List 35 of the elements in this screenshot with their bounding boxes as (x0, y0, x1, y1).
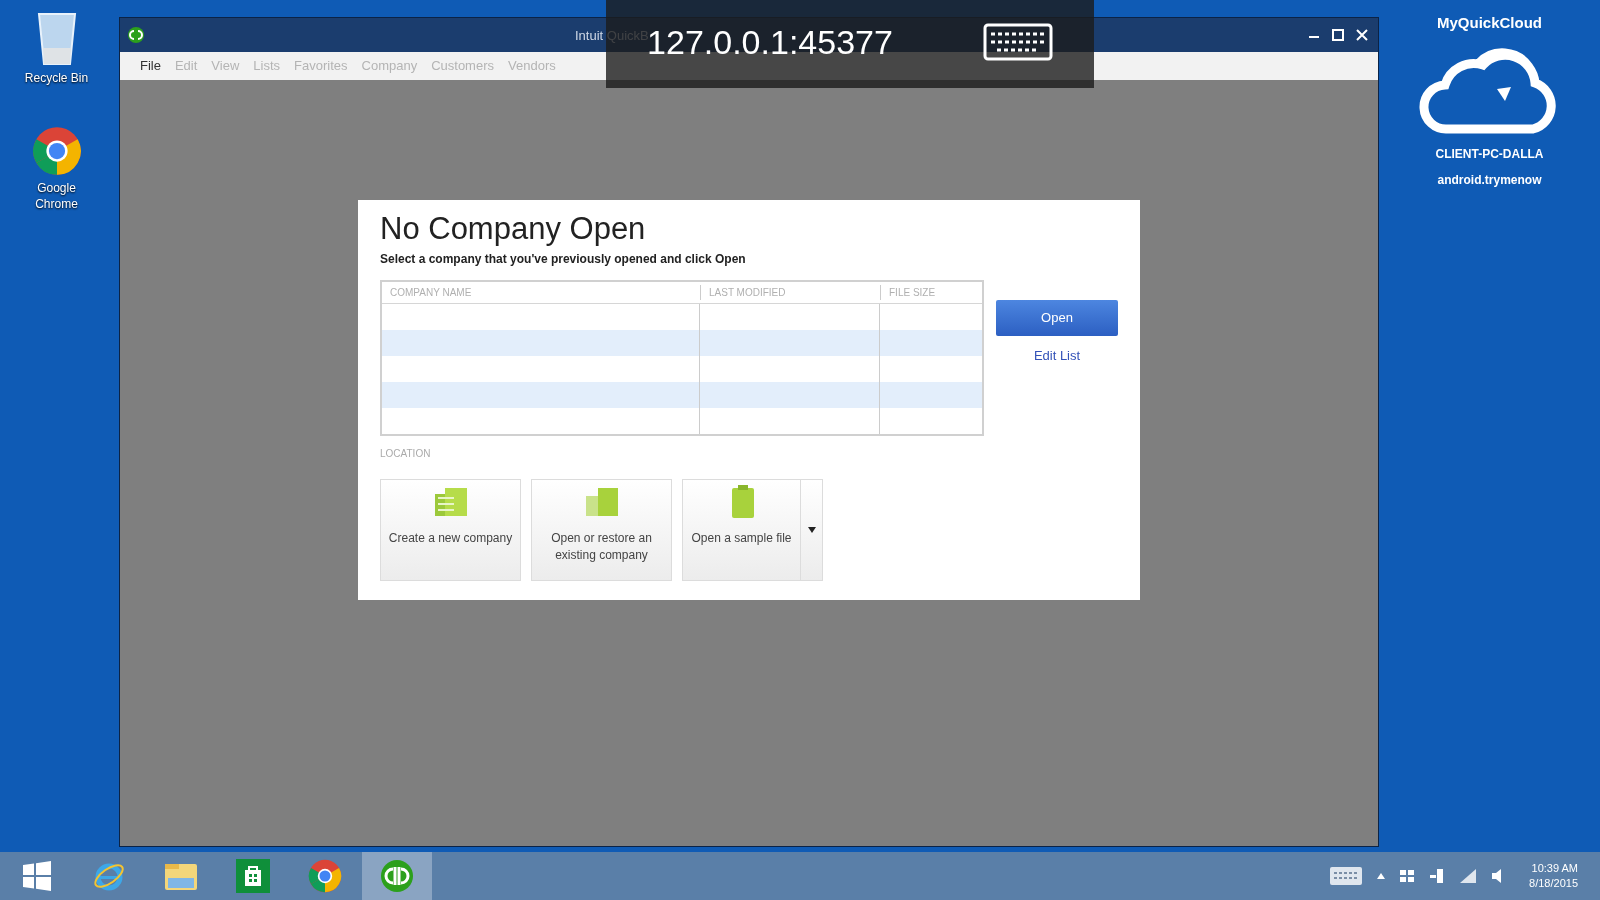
domain-name: android.trymenow (1437, 171, 1542, 189)
quickbooks-icon (128, 27, 144, 43)
clock-time[interactable]: 10:39 AM (1531, 861, 1578, 876)
quickbooks-icon[interactable] (380, 859, 414, 893)
desktop-icon-label[interactable]: Recycle Bin (16, 70, 97, 86)
taskbar-button[interactable] (362, 852, 432, 900)
brand-name: MyQuickCloud (1437, 13, 1542, 33)
column-header[interactable]: LAST MODIFIED (700, 285, 880, 300)
host-name: CLIENT-PC-DALLA (1435, 145, 1544, 163)
action-button[interactable]: Create a new company (380, 479, 521, 581)
network-icon[interactable] (1429, 868, 1446, 884)
chrome-icon (308, 859, 342, 893)
store-icon[interactable] (236, 859, 270, 893)
chrome-icon (31, 126, 82, 176)
clock-date[interactable]: 8/18/2015 (1529, 876, 1578, 891)
maximize-icon[interactable] (1332, 29, 1344, 41)
desktop-icon-label[interactable]: Google Chrome (16, 180, 97, 212)
keyboard-icon[interactable] (982, 23, 1053, 61)
dialog-subtitle: Select a company that you've previously opened and click Open (380, 251, 747, 268)
menu-item[interactable]: File (140, 56, 161, 76)
column-header[interactable]: FILE SIZE (880, 285, 982, 300)
windows-logo-icon[interactable] (22, 861, 52, 891)
open-button[interactable]: Open (996, 300, 1118, 336)
column-header[interactable]: COMPANY NAME (382, 285, 700, 300)
flag-icon[interactable] (1399, 868, 1416, 884)
signal-icon[interactable] (1459, 868, 1478, 884)
caret-up-icon[interactable] (1377, 873, 1386, 879)
caret-icon[interactable] (807, 527, 816, 533)
close-icon[interactable] (1356, 29, 1368, 41)
remote-address: 127.0.0.1:45377 (647, 21, 893, 63)
action-button[interactable]: Open a sample file (682, 479, 823, 581)
dialog-title: No Company Open (380, 210, 647, 248)
edit-list-link[interactable]: Edit List (1033, 346, 1081, 366)
action-button[interactable]: Open or restore an existing company (531, 479, 672, 581)
location-label: LOCATION (380, 447, 432, 461)
